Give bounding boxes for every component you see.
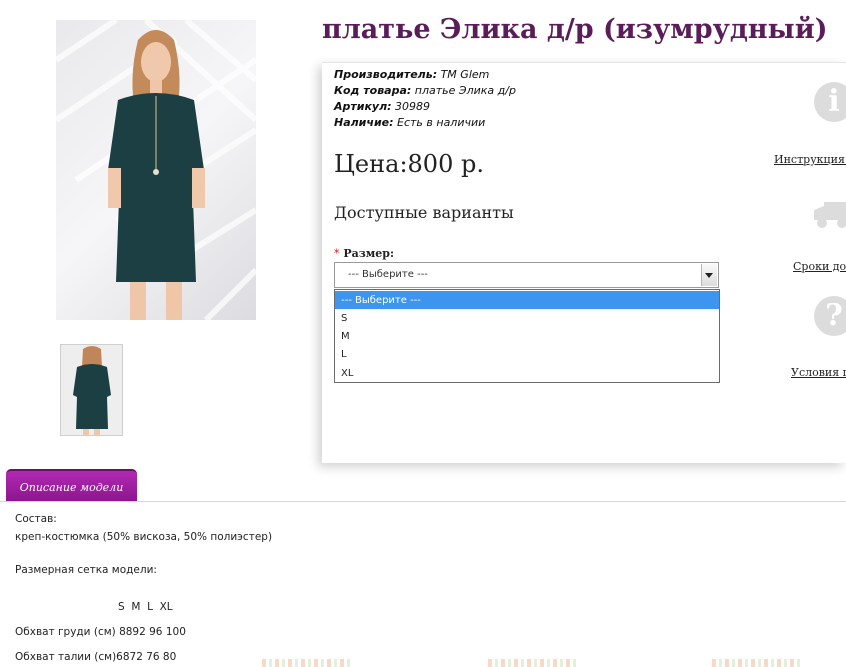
- size-option-xl[interactable]: XL: [335, 364, 719, 382]
- sku-value: 30989: [391, 100, 431, 113]
- waist-measure-row: Обхват талии (см)6872 76 80: [15, 651, 177, 663]
- tab-divider: [0, 501, 846, 502]
- instruction-link[interactable]: Инструкция п: [774, 153, 846, 166]
- manufacturer-label: Производитель:: [334, 68, 438, 81]
- composition-value: креп-костюмка (50% вискоза, 50% полиэсте…: [15, 531, 273, 543]
- sku-row: Артикул: 30989: [334, 100, 430, 113]
- product-code-row: Код товара: платье Элика д/р: [334, 84, 516, 97]
- size-select[interactable]: --- Выберите ---: [334, 262, 719, 288]
- tab-model-description[interactable]: Описание модели: [6, 469, 137, 502]
- chevron-down-icon[interactable]: [701, 264, 717, 286]
- question-icon: ?: [814, 296, 846, 336]
- size-option-l[interactable]: L: [335, 345, 719, 363]
- composition-label: Состав:: [15, 513, 57, 525]
- size-option-placeholder[interactable]: --- Выберите ---: [335, 291, 719, 309]
- delivery-terms-link[interactable]: Сроки дос: [793, 260, 846, 273]
- decorative-border: [262, 659, 352, 667]
- product-main-photo[interactable]: [56, 20, 256, 320]
- product-title: платье Элика д/р (изумрудный): [322, 14, 828, 45]
- dress-model-image: [56, 20, 256, 320]
- decorative-border: [488, 659, 578, 667]
- stock-label: Наличие:: [334, 116, 394, 129]
- variants-heading: Доступные варианты: [334, 203, 514, 222]
- product-code-label: Код товара:: [334, 84, 412, 97]
- stock-row: Наличие: Есть в наличии: [334, 116, 485, 129]
- return-terms-link[interactable]: Условия п: [791, 366, 846, 379]
- manufacturer-value[interactable]: TM Glem: [437, 68, 490, 81]
- sku-label: Артикул:: [334, 100, 392, 113]
- product-thumbnail[interactable]: [60, 344, 123, 436]
- size-label: * Размер:: [334, 247, 394, 260]
- decorative-border: [712, 659, 802, 667]
- size-select-value: --- Выберите ---: [348, 269, 428, 280]
- chest-measure-row: Обхват груди (см) 8892 96 100: [15, 626, 186, 638]
- size-option-s[interactable]: S: [335, 309, 719, 327]
- dress-back-image: [73, 346, 111, 435]
- size-dropdown-list[interactable]: --- Выберите --- S M L XL: [334, 289, 720, 383]
- manufacturer-row: Производитель: TM Glem: [334, 68, 489, 81]
- delivery-truck-icon: [814, 202, 846, 228]
- size-option-m[interactable]: M: [335, 327, 719, 345]
- stock-value: Есть в наличии: [393, 116, 486, 129]
- size-chart-header: S M L XL: [118, 601, 173, 613]
- size-label-text: Размер:: [339, 247, 395, 260]
- size-chart-label: Размерная сетка модели:: [15, 564, 157, 576]
- product-price: Цена:800 р.: [334, 150, 484, 178]
- product-code-value: платье Элика д/р: [411, 84, 516, 97]
- info-icon: i: [814, 82, 846, 122]
